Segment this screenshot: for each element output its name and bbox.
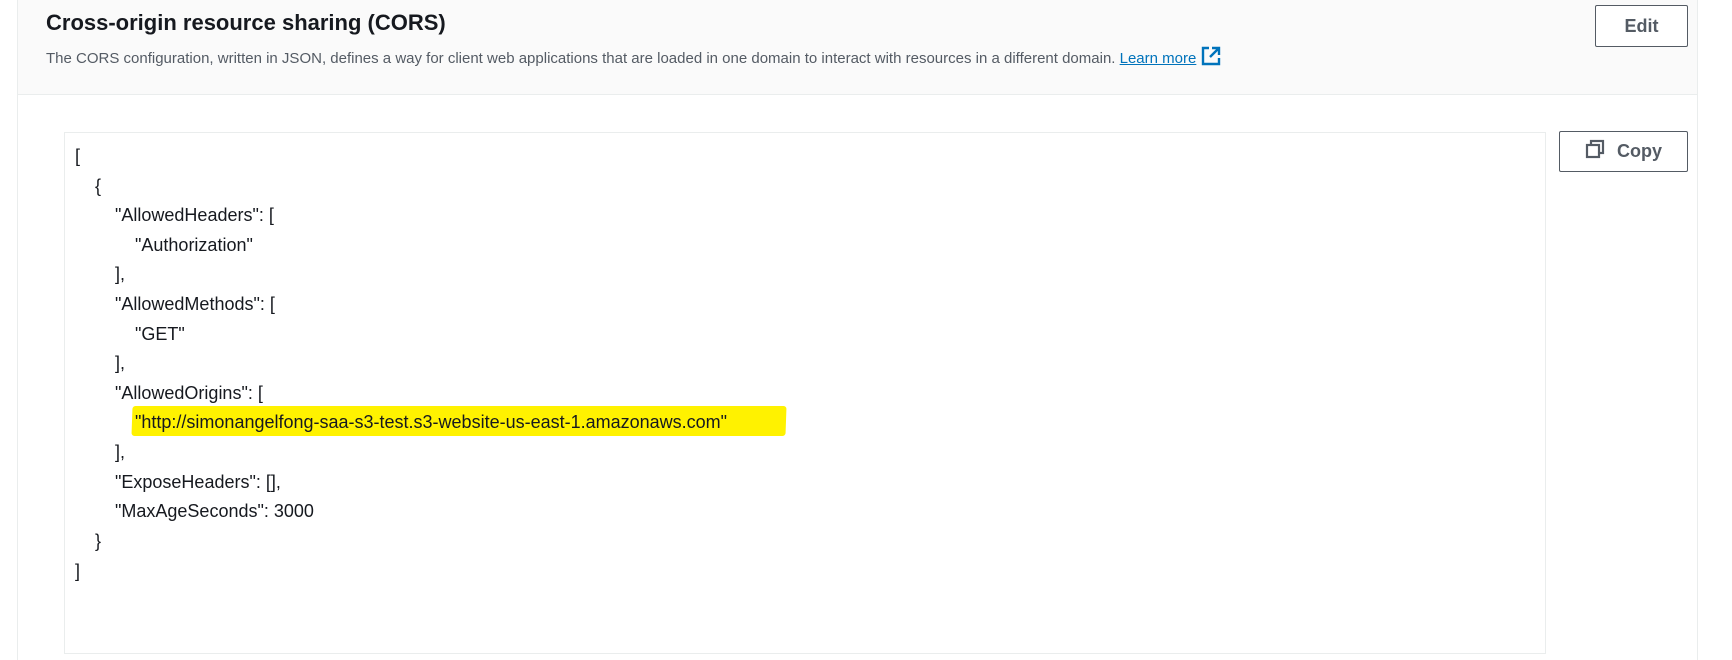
- copy-button[interactable]: Copy: [1559, 131, 1688, 172]
- panel-description: The CORS configuration, written in JSON,…: [46, 46, 1221, 70]
- edit-button[interactable]: Edit: [1595, 5, 1688, 47]
- learn-more-label: Learn more: [1119, 50, 1197, 67]
- code-line: ],: [75, 353, 126, 373]
- code-line: "AllowedOrigins": [: [75, 383, 263, 403]
- learn-more-link[interactable]: Learn more: [1119, 46, 1222, 67]
- panel-header: Cross-origin resource sharing (CORS) The…: [18, 0, 1697, 95]
- copy-button-label: Copy: [1617, 141, 1662, 161]
- page-title: Cross-origin resource sharing (CORS): [46, 10, 446, 35]
- edit-button-label: Edit: [1624, 15, 1659, 36]
- copy-icon: [1585, 139, 1617, 164]
- cors-json-code-block: [ { "AllowedHeaders": [ "Authorization" …: [64, 132, 1546, 654]
- code-line: ]: [75, 561, 81, 581]
- external-link-icon: [1201, 46, 1221, 70]
- code-line: "AllowedHeaders": [: [75, 205, 274, 225]
- code-line: "Authorization": [75, 235, 253, 255]
- code-line: "GET": [75, 324, 185, 344]
- code-line: ],: [75, 442, 126, 462]
- code-line: "ExposeHeaders": [],: [75, 472, 281, 492]
- code-line: }: [75, 531, 102, 551]
- cors-panel: Cross-origin resource sharing (CORS) The…: [17, 0, 1698, 660]
- code-line: "AllowedMethods": [: [75, 294, 275, 314]
- code-line: "MaxAgeSeconds": 3000: [75, 501, 314, 521]
- code-line: ],: [75, 264, 126, 284]
- code-line-highlighted-origin: "http://simonangelfong-saa-s3-test.s3-we…: [75, 412, 728, 432]
- code-line: {: [75, 176, 102, 196]
- code-line: [: [75, 146, 81, 166]
- description-text: The CORS configuration, written in JSON,…: [46, 50, 1116, 67]
